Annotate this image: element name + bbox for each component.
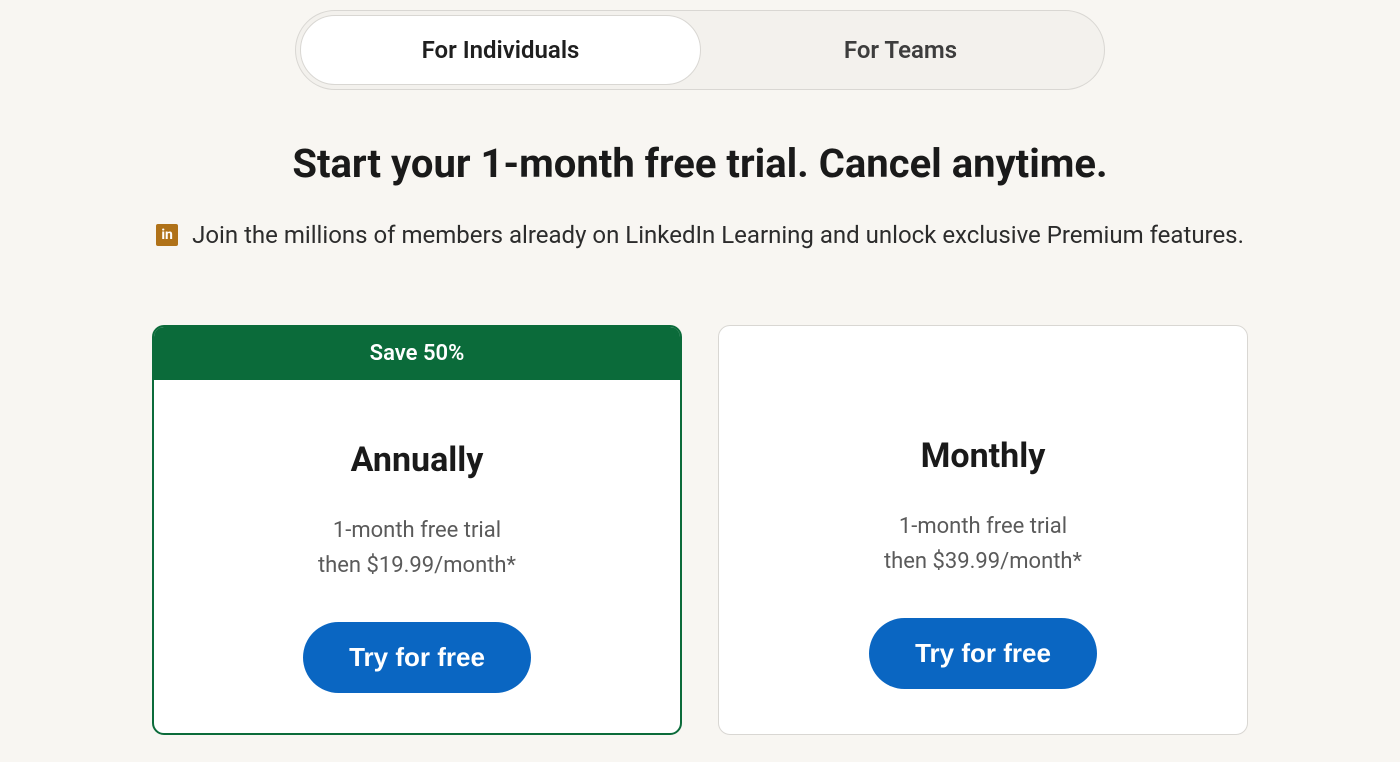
audience-tab-switcher: For Individuals For Teams [295,10,1105,90]
try-free-button-monthly[interactable]: Try for free [869,618,1097,689]
plan-trial-line: 1-month free trial [899,510,1067,543]
plan-body: Annually 1-month free trial then $19.99/… [154,380,680,733]
plan-price-line: then $39.99/month* [884,545,1082,578]
tab-teams[interactable]: For Teams [701,15,1100,85]
tab-label: For Individuals [422,36,580,64]
plans-row: Save 50% Annually 1-month free trial the… [152,325,1248,735]
save-badge: Save 50% [154,327,680,380]
try-free-button-annual[interactable]: Try for free [303,622,531,693]
subtext-row: in Join the millions of members already … [156,221,1244,249]
page-headline: Start your 1-month free trial. Cancel an… [292,140,1107,187]
page-subtext: Join the millions of members already on … [192,221,1244,249]
tab-individuals[interactable]: For Individuals [300,15,701,85]
plan-card-monthly: Monthly 1-month free trial then $39.99/m… [718,325,1248,735]
plan-title: Monthly [921,436,1046,476]
plan-card-annual: Save 50% Annually 1-month free trial the… [152,325,682,735]
plan-body: Monthly 1-month free trial then $39.99/m… [719,326,1247,729]
plan-price-line: then $19.99/month* [318,549,516,582]
tab-label: For Teams [844,36,957,64]
plan-title: Annually [351,440,484,480]
linkedin-icon: in [156,224,178,246]
plan-trial-line: 1-month free trial [333,514,501,547]
